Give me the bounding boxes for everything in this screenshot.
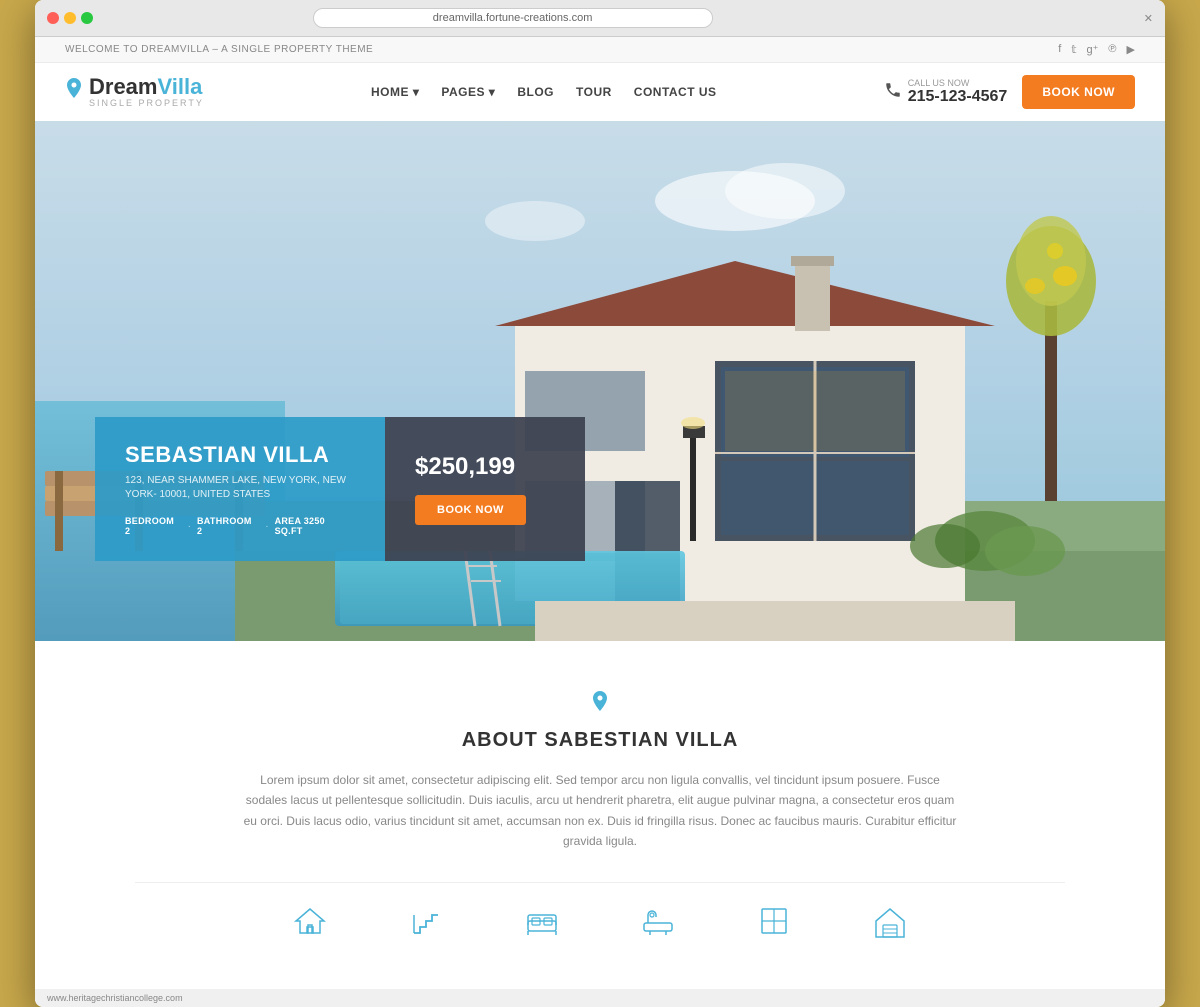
dot1: · (188, 521, 191, 532)
about-section: ABOUT SABESTIAN VILLA Lorem ipsum dolor … (35, 641, 1165, 989)
pages-link[interactable]: PAGES ▾ (441, 85, 495, 99)
browser-close[interactable]: ✕ (1144, 12, 1153, 25)
hero-info-panel: SEBASTIAN VILLA 123, NEAR SHAMMER LAKE, … (95, 417, 585, 561)
villa-features: BEDROOM 2 · BATHROOM 2 · AREA 3250 SQ.FT (125, 516, 355, 536)
nav-pages[interactable]: PAGES ▾ (441, 83, 495, 101)
call-info: CALL US NOW 215-123-4567 (908, 78, 1008, 106)
logo-tagline: SINGLE PROPERTY (89, 98, 204, 108)
feature-garage (872, 903, 908, 939)
twitter-icon[interactable]: 𝕥 (1071, 43, 1076, 56)
logo-text: DreamVilla SINGLE PROPERTY (89, 76, 204, 108)
main-nav: DreamVilla SINGLE PROPERTY HOME ▾ PAGES … (35, 63, 1165, 121)
bathroom-count: BATHROOM 2 (197, 516, 259, 536)
garage-feature-icon (872, 903, 908, 939)
call-label: CALL US NOW (908, 78, 1008, 88)
villa-price-panel: $250,199 BOOK NOW (385, 417, 585, 561)
about-title: ABOUT SABESTIAN VILLA (135, 729, 1065, 752)
window-feature-icon (756, 903, 792, 939)
hero-section: SEBASTIAN VILLA 123, NEAR SHAMMER LAKE, … (35, 121, 1165, 641)
book-now-button[interactable]: BOOK NOW (1022, 75, 1135, 109)
contact-link[interactable]: CONTACT US (634, 85, 717, 99)
address-bar[interactable]: dreamvilla.fortune-creations.com (313, 8, 713, 28)
social-icons: f 𝕥 g⁺ ℗ ▶ (1058, 43, 1135, 56)
welcome-text: WELCOME TO DREAMVILLA – A SINGLE PROPERT… (65, 44, 373, 55)
minimize-dot[interactable] (64, 12, 76, 24)
feature-stairs (408, 903, 444, 939)
logo-area: DreamVilla SINGLE PROPERTY (65, 76, 204, 108)
feature-icons-row (135, 882, 1065, 949)
googleplus-icon[interactable]: g⁺ (1086, 43, 1098, 56)
bed-feature-icon (524, 903, 560, 939)
call-area: CALL US NOW 215-123-4567 (884, 78, 1008, 106)
footer-url: www.heritagechristiancollege.com (47, 993, 183, 1003)
bath-feature-icon (640, 903, 676, 939)
bottom-bar: www.heritagechristiancollege.com (35, 989, 1165, 1007)
hero-book-button[interactable]: BOOK NOW (415, 495, 526, 525)
pinterest-icon[interactable]: ℗ (1108, 43, 1116, 56)
nav-right: CALL US NOW 215-123-4567 BOOK NOW (884, 75, 1135, 109)
nav-tour[interactable]: TOUR (576, 83, 612, 101)
home-link[interactable]: HOME ▾ (371, 85, 419, 99)
villa-info-blue: SEBASTIAN VILLA 123, NEAR SHAMMER LAKE, … (95, 417, 385, 561)
villa-address: 123, NEAR SHAMMER LAKE, NEW YORK, NEW YO… (125, 474, 355, 502)
about-text: Lorem ipsum dolor sit amet, consectetur … (240, 770, 960, 852)
nav-contact[interactable]: CONTACT US (634, 83, 717, 101)
window-controls (47, 12, 93, 24)
tour-link[interactable]: TOUR (576, 85, 612, 99)
feature-bath (640, 903, 676, 939)
browser-chrome: dreamvilla.fortune-creations.com ✕ (35, 0, 1165, 37)
phone-icon (884, 81, 902, 104)
logo-pin-icon (65, 78, 83, 106)
youtube-icon[interactable]: ▶ (1127, 43, 1135, 56)
home-feature-icon (292, 903, 328, 939)
dot2: · (265, 521, 268, 532)
area-size: AREA 3250 SQ.FT (275, 516, 355, 536)
browser-window: dreamvilla.fortune-creations.com ✕ WELCO… (35, 0, 1165, 1007)
hero-scene (35, 121, 1165, 641)
stairs-feature-icon (408, 903, 444, 939)
blog-link[interactable]: BLOG (517, 85, 554, 99)
maximize-dot[interactable] (81, 12, 93, 24)
feature-bed (524, 903, 560, 939)
villa-price: $250,199 (415, 453, 515, 481)
close-dot[interactable] (47, 12, 59, 24)
nav-blog[interactable]: BLOG (517, 83, 554, 101)
nav-home[interactable]: HOME ▾ (371, 83, 419, 101)
bedroom-count: BEDROOM 2 (125, 516, 182, 536)
facebook-icon[interactable]: f (1058, 43, 1061, 56)
nav-links: HOME ▾ PAGES ▾ BLOG TOUR CONTACT US (371, 83, 717, 101)
feature-window (756, 903, 792, 939)
feature-home (292, 903, 328, 939)
about-location-icon (135, 691, 1065, 721)
phone-number: 215-123-4567 (908, 88, 1008, 106)
logo-name: DreamVilla (89, 76, 204, 98)
top-bar: WELCOME TO DREAMVILLA – A SINGLE PROPERT… (35, 37, 1165, 63)
villa-name: SEBASTIAN VILLA (125, 442, 355, 468)
